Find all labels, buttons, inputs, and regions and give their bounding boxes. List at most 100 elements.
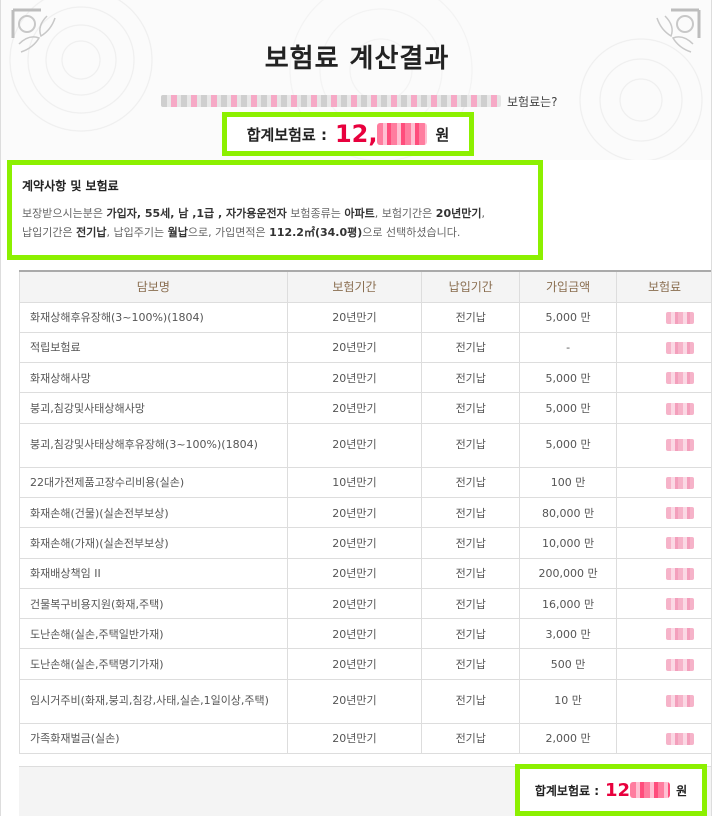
total-premium-unit: 원	[435, 125, 450, 144]
insurance-term: 20년만기	[435, 207, 482, 220]
coverage-pay-term: 전기납	[421, 392, 521, 424]
total-premium-top: 합계보험료 : 12, 원	[222, 112, 474, 156]
redacted-amount	[377, 123, 428, 145]
coverage-premium	[616, 362, 711, 394]
header-coverage: 담보명	[19, 270, 288, 303]
coverage-pay-term: 전기납	[421, 587, 521, 620]
redacted-premium	[665, 658, 694, 671]
coverage-premium	[616, 618, 711, 650]
coverage-term: 20년만기	[286, 557, 423, 589]
subtitle-suffix: 보험료는?	[507, 94, 558, 109]
coverage-amount: 80,000 만	[519, 496, 618, 529]
coverage-pay-term: 전기납	[421, 722, 521, 755]
coverage-premium	[616, 587, 711, 620]
redacted-premium	[665, 507, 694, 520]
contract-line-2: 납입기간은 전기납, 납입주기는 월납으로, 가입면적은 112.2㎡(34.0…	[22, 223, 528, 242]
table-row: 적립보험료 20년만기 전기납 -	[19, 331, 711, 364]
coverage-name: 도난손해(실손,주택명기가재)	[19, 648, 288, 680]
table-row: 화재손해(가재)(실손전부보상) 20년만기 전기납 10,000 만	[19, 527, 711, 559]
premium-result-page: 보험료 계산결과 보험료는? 합계보험료 : 12, 원 계약사항 및 보험료 …	[0, 0, 712, 816]
text: , 보험기간은	[374, 207, 436, 220]
coverage-name: 임시거주비(화재,붕괴,침강,사태,실손,1일이상,주택)	[19, 678, 288, 724]
coverage-premium	[616, 422, 711, 468]
coverage-amount: 5,000 만	[519, 392, 618, 424]
coverage-term: 20년만기	[286, 648, 423, 680]
coverage-name: 건물복구비용지원(화재,주택)	[19, 587, 288, 620]
coverage-name: 화재상해후유장해(3~100%)(1804)	[19, 301, 288, 333]
coverage-amount: 10 만	[519, 678, 618, 724]
table-row: 화재상해후유장해(3~100%)(1804) 20년만기 전기납 5,000 만	[19, 301, 711, 333]
contract-line-1: 보장받으시는분은 가입자, 55세, 남 ,1급 , 자가용운전자 보험종류는 …	[22, 204, 528, 223]
text: , 납입주기는	[106, 226, 168, 239]
coverage-term: 20년만기	[286, 392, 423, 424]
coverage-premium	[616, 466, 711, 498]
coverage-term: 20년만기	[286, 722, 423, 755]
redacted-premium	[665, 372, 694, 385]
header-term: 보험기간	[286, 270, 423, 303]
coverage-pay-term: 전기납	[421, 466, 521, 498]
total-premium-value-bottom: 12	[605, 780, 671, 801]
redacted-premium	[665, 732, 694, 745]
table-row: 임시거주비(화재,붕괴,침강,사태,실손,1일이상,주택) 20년만기 전기납 10 …	[19, 678, 711, 724]
redacted-amount-bottom	[630, 781, 671, 798]
redacted-premium	[665, 476, 694, 489]
coverage-name: 붕괴,침강및사태상해사망	[19, 392, 288, 424]
text: 납입기간은	[22, 226, 77, 239]
coverage-pay-term: 전기납	[421, 301, 521, 333]
payment-term: 전기납	[76, 226, 107, 239]
coverage-term: 20년만기	[286, 678, 423, 724]
coverage-term: 20년만기	[286, 527, 423, 559]
coverage-premium	[616, 678, 711, 724]
coverage-name: 화재상해사망	[19, 362, 288, 394]
coverage-amount: 200,000 만	[519, 557, 618, 589]
payment-cycle: 월납	[167, 226, 188, 239]
table-row: 22대가전제품고장수리비용(실손) 10년만기 전기납 100 만	[19, 466, 711, 498]
coverage-name: 22대가전제품고장수리비용(실손)	[19, 466, 288, 498]
coverage-amount: 5,000 만	[519, 422, 618, 468]
coverage-amount: -	[519, 331, 618, 364]
coverage-amount: 2,000 만	[519, 722, 618, 755]
table-header-row: 담보명 보험기간 납입기간 가입금액 보험료	[19, 270, 711, 303]
total-premium-bottom: 합계보험료 : 12 원	[515, 764, 707, 816]
coverage-premium	[616, 392, 711, 424]
coverage-amount: 100 만	[519, 466, 618, 498]
coverage-pay-term: 전기납	[421, 362, 521, 394]
redacted-premium	[665, 311, 694, 324]
coverage-name: 화재손해(건물)(실손전부보상)	[19, 496, 288, 529]
coverage-premium	[616, 527, 711, 559]
coverage-term: 20년만기	[286, 362, 423, 394]
coverage-table: 담보명 보험기간 납입기간 가입금액 보험료 화재상해후유장해(3~100%)(…	[19, 270, 711, 755]
redacted-premium	[665, 341, 694, 354]
coverage-pay-term: 전기납	[421, 618, 521, 650]
total-premium-prefix: 12,	[334, 120, 378, 148]
total-premium-label-bottom: 합계보험료 :	[534, 783, 600, 798]
coverage-premium	[616, 301, 711, 333]
subtitle: 보험료는?	[161, 92, 558, 110]
redacted-premium	[665, 695, 694, 708]
coverage-amount: 3,000 만	[519, 618, 618, 650]
table-row: 가족화재벌금(실손) 20년만기 전기납 2,000 만	[19, 722, 711, 755]
header-amount: 가입금액	[519, 270, 618, 303]
text: ,	[481, 207, 485, 220]
page-title: 보험료 계산결과	[264, 44, 450, 74]
redacted-premium	[665, 439, 694, 452]
text: 으로 선택하셨습니다.	[362, 226, 461, 239]
coverage-pay-term: 전기납	[421, 527, 521, 559]
coverage-pay-term: 전기납	[421, 496, 521, 529]
coverage-premium	[616, 496, 711, 529]
coverage-pay-term: 전기납	[421, 557, 521, 589]
coverage-premium	[616, 648, 711, 680]
area: 112.2㎡(34.0평)	[269, 226, 363, 239]
table-row: 화재손해(건물)(실손전부보상) 20년만기 전기납 80,000 만	[19, 496, 711, 529]
table-row: 도난손해(실손,주택일반가재) 20년만기 전기납 3,000 만	[19, 618, 711, 650]
table-row: 도난손해(실손,주택명기가재) 20년만기 전기납 500 만	[19, 648, 711, 680]
redacted-premium	[665, 402, 694, 415]
coverage-pay-term: 전기납	[421, 422, 521, 468]
coverage-term: 20년만기	[286, 331, 423, 364]
coverage-premium	[616, 722, 711, 755]
text: 보험종류는	[286, 207, 345, 220]
table-row: 화재상해사망 20년만기 전기납 5,000 만	[19, 362, 711, 394]
redacted-premium	[665, 598, 694, 611]
table-row: 붕괴,침강및사태상해사망 20년만기 전기납 5,000 만	[19, 392, 711, 424]
redacted-premium	[665, 537, 694, 550]
